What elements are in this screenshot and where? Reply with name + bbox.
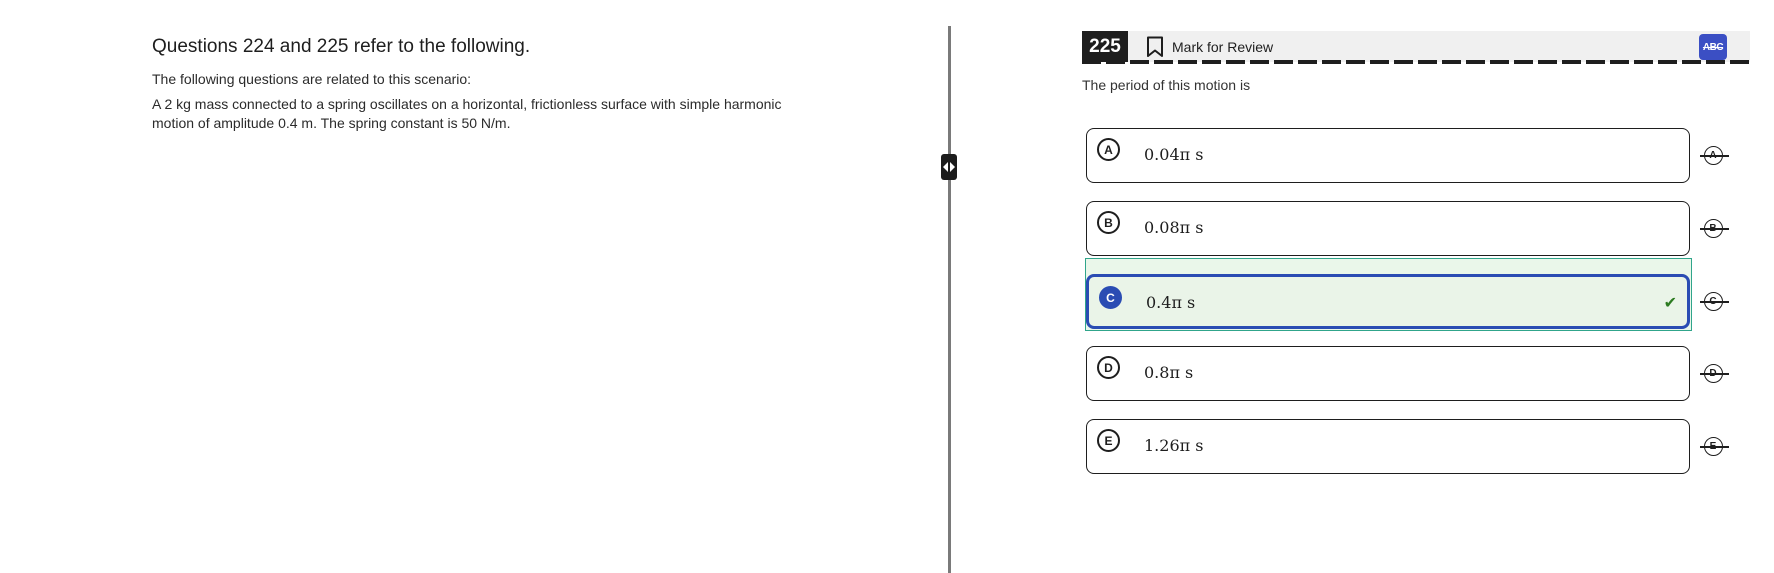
pane-divider[interactable] [948, 26, 951, 573]
choice-letter: E [1097, 429, 1120, 452]
mark-for-review-label: Mark for Review [1172, 38, 1274, 55]
bookmark-icon [1147, 36, 1163, 57]
choice-letter: C [1099, 286, 1122, 309]
strikethrough-icon: E [1699, 436, 1729, 456]
choice-text: 0.08π s [1144, 218, 1204, 237]
mark-for-review-button[interactable]: Mark for Review [1146, 33, 1273, 60]
strikethrough-icon: B [1699, 218, 1729, 238]
check-icon: ✔ [1663, 295, 1677, 312]
choice-text: 0.8π s [1144, 363, 1194, 382]
passage-body: A 2 kg mass connected to a spring oscill… [152, 96, 782, 131]
strikethrough-icon: C [1699, 291, 1729, 311]
strikethrough-choice-c-button[interactable]: C [1699, 290, 1729, 312]
strikethrough-choice-a-button[interactable]: A [1699, 144, 1729, 166]
passage-intro: The following questions are related to t… [152, 71, 472, 87]
question-header: 225 Mark for Review ABC [1082, 31, 1750, 62]
abc-strikethrough-toggle-button[interactable]: ABC [1699, 34, 1727, 60]
strikethrough-choice-e-button[interactable]: E [1699, 435, 1729, 457]
answer-choice-d[interactable]: D 0.8π s [1086, 346, 1690, 401]
answer-choice-a[interactable]: A 0.04π s [1086, 128, 1690, 183]
question-number: 225 [1082, 31, 1128, 62]
strikethrough-icon: A [1699, 145, 1729, 165]
choice-text: 1.26π s [1144, 436, 1204, 455]
choice-letter: A [1097, 138, 1120, 161]
strikethrough-choice-d-button[interactable]: D [1699, 362, 1729, 384]
choice-letter: D [1097, 356, 1120, 379]
passage-pane: Questions 224 and 225 refer to the follo… [0, 0, 946, 573]
question-pane: 225 Mark for Review ABC The period of th… [1082, 0, 1774, 573]
strikethrough-choice-b-button[interactable]: B [1699, 217, 1729, 239]
strikethrough-icon: D [1699, 363, 1729, 383]
question-prompt: The period of this motion is [1082, 77, 1251, 93]
choice-text: 0.4π s [1146, 293, 1196, 312]
answer-choice-c[interactable]: C 0.4π s ✔ [1086, 274, 1690, 329]
answer-choice-e[interactable]: E 1.26π s [1086, 419, 1690, 474]
header-dashed-rule [1082, 60, 1750, 64]
passage-title: Questions 224 and 225 refer to the follo… [152, 36, 531, 57]
choice-text: 0.04π s [1144, 145, 1204, 164]
choice-letter: B [1097, 211, 1120, 234]
resize-handle-icon[interactable] [941, 154, 957, 180]
answer-choice-b[interactable]: B 0.08π s [1086, 201, 1690, 256]
abc-label: ABC [1702, 41, 1724, 53]
